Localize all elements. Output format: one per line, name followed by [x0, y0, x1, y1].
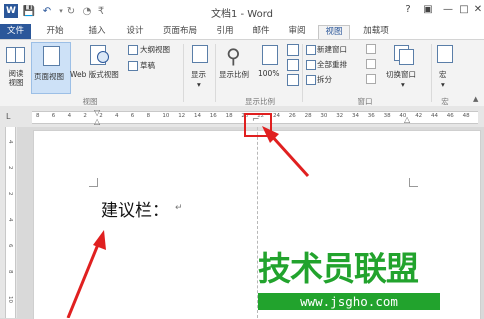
arrow-to-text-head: [93, 230, 106, 250]
watermark-url: www.jsgho.com: [258, 293, 440, 310]
arrow-to-text: [66, 241, 101, 318]
watermark-title: 技术员联盟: [258, 249, 419, 288]
arrow-to-ruler: [268, 132, 310, 178]
